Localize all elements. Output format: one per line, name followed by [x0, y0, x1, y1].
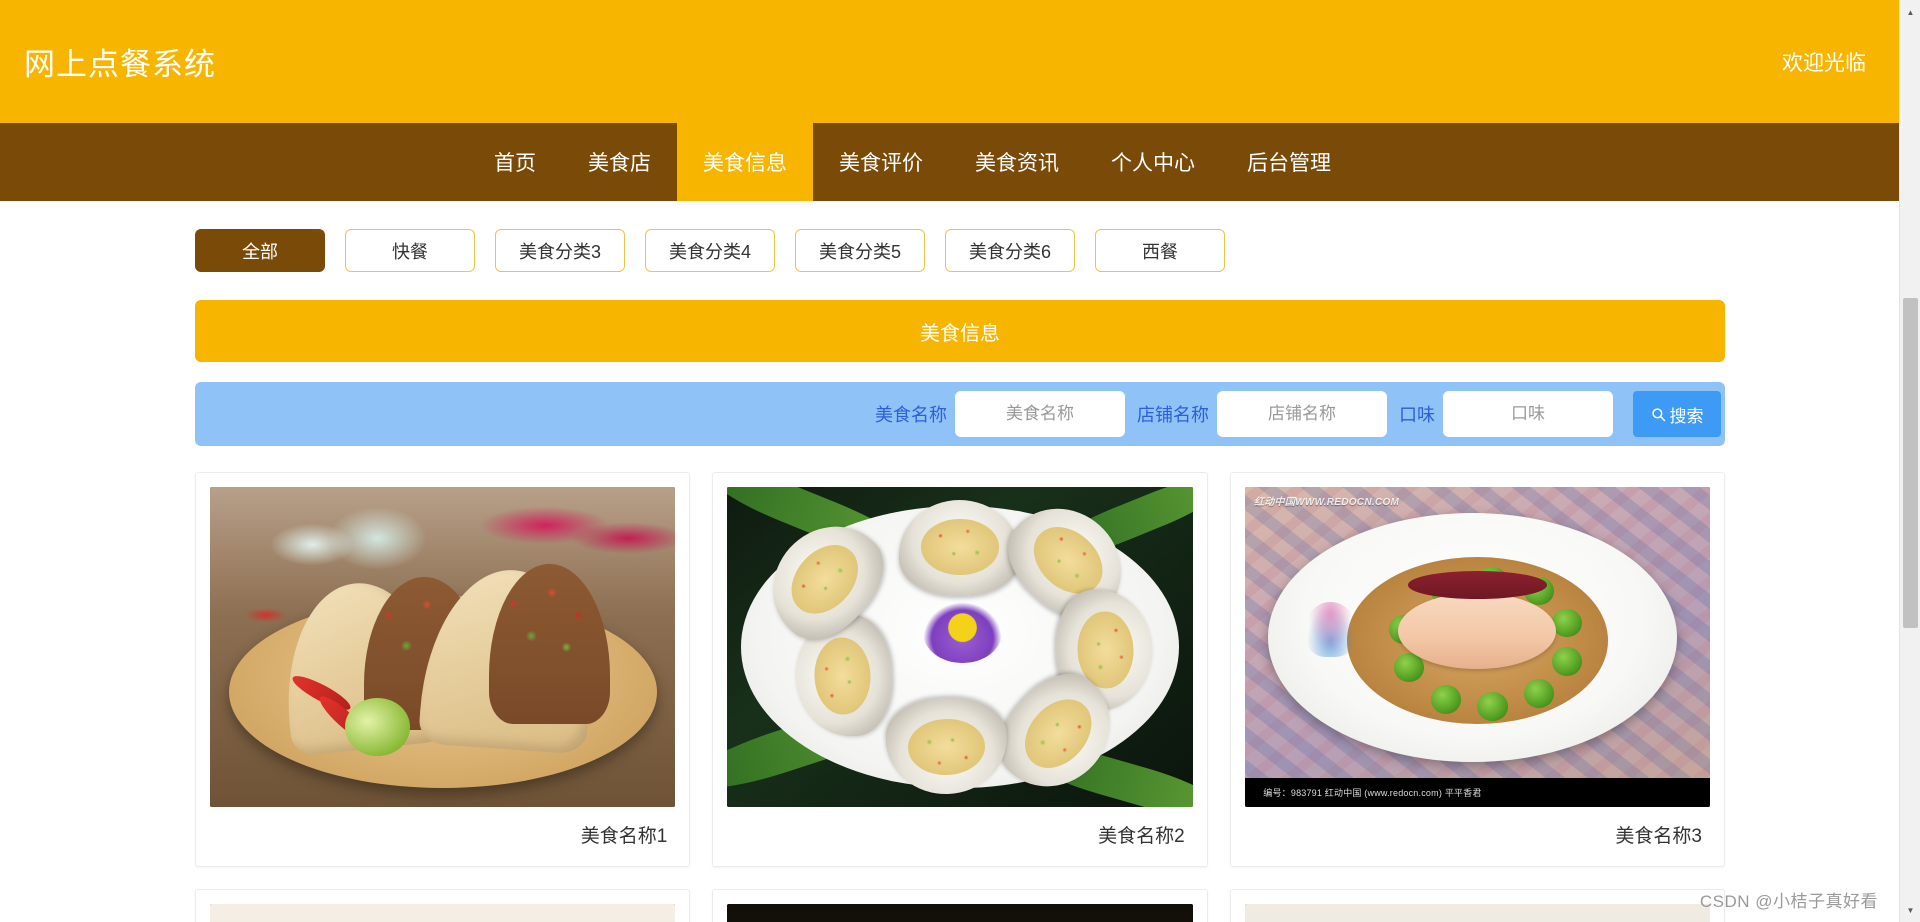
nav-item-food-info[interactable]: 美食信息 [677, 123, 813, 201]
filter-chip-all[interactable]: 全部 [195, 229, 325, 272]
image-watermark-bottom: 编号：983791 红动中国 (www.redocn.com) 平平香君 [1244, 778, 1710, 807]
page-content: 全部 快餐 美食分类3 美食分类4 美食分类5 美食分类6 西餐 美食信息 美食… [0, 201, 1920, 922]
filter-chip-western[interactable]: 西餐 [1095, 229, 1225, 272]
filter-chip-category3[interactable]: 美食分类3 [495, 229, 625, 272]
search-button[interactable]: 搜索 [1633, 391, 1721, 437]
food-card[interactable]: 美食名称1 [195, 472, 691, 867]
food-image: 红动中国WWW.REDOCN.COM 编号：983791 红动中国 (www.r… [1244, 487, 1710, 807]
image-watermark-top: 红动中国WWW.REDOCN.COM [1253, 497, 1400, 509]
nav-item-reviews[interactable]: 美食评价 [813, 123, 949, 201]
section-banner-title: 美食信息 [920, 322, 1000, 345]
search-input-taste[interactable] [1443, 391, 1613, 437]
search-button-label: 搜索 [1669, 406, 1704, 426]
food-card-title: 美食名称1 [580, 826, 668, 847]
food-card[interactable] [712, 889, 1208, 922]
food-image [210, 487, 676, 807]
oysters-photo [727, 487, 1193, 807]
food-card[interactable]: 美食名称2 [712, 472, 1208, 867]
filter-chip-category5[interactable]: 美食分类5 [795, 229, 925, 272]
filter-chip-category6[interactable]: 美食分类6 [945, 229, 1075, 272]
search-label-shop-name: 店铺名称 [1137, 405, 1209, 425]
main-navigation: 首页 美食店 美食信息 美食评价 美食资讯 个人中心 后台管理 [0, 123, 1920, 201]
food-image [210, 904, 676, 922]
filter-chip-fastfood[interactable]: 快餐 [345, 229, 475, 272]
site-header: 网上点餐系统 欢迎光临 [0, 0, 1920, 123]
site-title: 网上点餐系统 [24, 47, 216, 82]
white-plates-photo [210, 904, 676, 922]
welcome-text: 欢迎光临 [1782, 51, 1866, 75]
food-image [1244, 904, 1710, 922]
food-image [727, 904, 1193, 922]
scroll-up-arrow-icon[interactable]: ▲ [1900, 2, 1920, 22]
search-label-food-name: 美食名称 [875, 405, 947, 425]
dark-bowl-photo [727, 904, 1193, 922]
chicken-broccoli-photo: 红动中国WWW.REDOCN.COM 编号：983791 红动中国 (www.r… [1244, 487, 1710, 807]
nav-item-admin[interactable]: 后台管理 [1221, 123, 1357, 201]
food-card-title: 美食名称2 [1098, 826, 1185, 847]
food-card[interactable]: 红动中国WWW.REDOCN.COM 编号：983791 红动中国 (www.r… [1229, 472, 1725, 867]
search-label-taste: 口味 [1399, 405, 1435, 425]
food-card-title: 美食名称3 [1615, 826, 1702, 847]
search-input-food-name[interactable] [955, 391, 1125, 437]
section-banner: 美食信息 [195, 300, 1725, 362]
food-image [727, 487, 1193, 807]
vertical-scrollbar[interactable]: ▲ ▼ [1899, 0, 1920, 922]
page-root: 网上点餐系统 欢迎光临 首页 美食店 美食信息 美食评价 美食资讯 个人中心 后… [0, 0, 1920, 922]
content-container: 全部 快餐 美食分类3 美食分类4 美食分类5 美食分类6 西餐 美食信息 美食… [195, 201, 1725, 922]
tacos-photo [210, 487, 676, 807]
nav-item-profile[interactable]: 个人中心 [1085, 123, 1221, 201]
scroll-down-arrow-icon[interactable]: ▼ [1900, 900, 1920, 920]
search-bar: 美食名称 店铺名称 口味 搜索 [195, 382, 1725, 446]
search-icon [1651, 407, 1666, 422]
nav-item-home[interactable]: 首页 [468, 123, 562, 201]
salad-photo [1244, 904, 1710, 922]
nav-item-shops[interactable]: 美食店 [562, 123, 677, 201]
csdn-watermark: CSDN @小桔子真好看 [1699, 892, 1878, 911]
food-card[interactable] [1229, 889, 1725, 922]
nav-item-news[interactable]: 美食资讯 [949, 123, 1085, 201]
filter-chip-category4[interactable]: 美食分类4 [645, 229, 775, 272]
scrollbar-thumb[interactable] [1903, 298, 1918, 628]
search-input-shop-name[interactable] [1217, 391, 1387, 437]
category-filter-bar: 全部 快餐 美食分类3 美食分类4 美食分类5 美食分类6 西餐 [195, 229, 1725, 272]
food-card-grid: 美食名称1 美食名称2 红动中国WWW.REDOCN.COM 编号：983791… [195, 472, 1725, 922]
food-card[interactable] [195, 889, 691, 922]
